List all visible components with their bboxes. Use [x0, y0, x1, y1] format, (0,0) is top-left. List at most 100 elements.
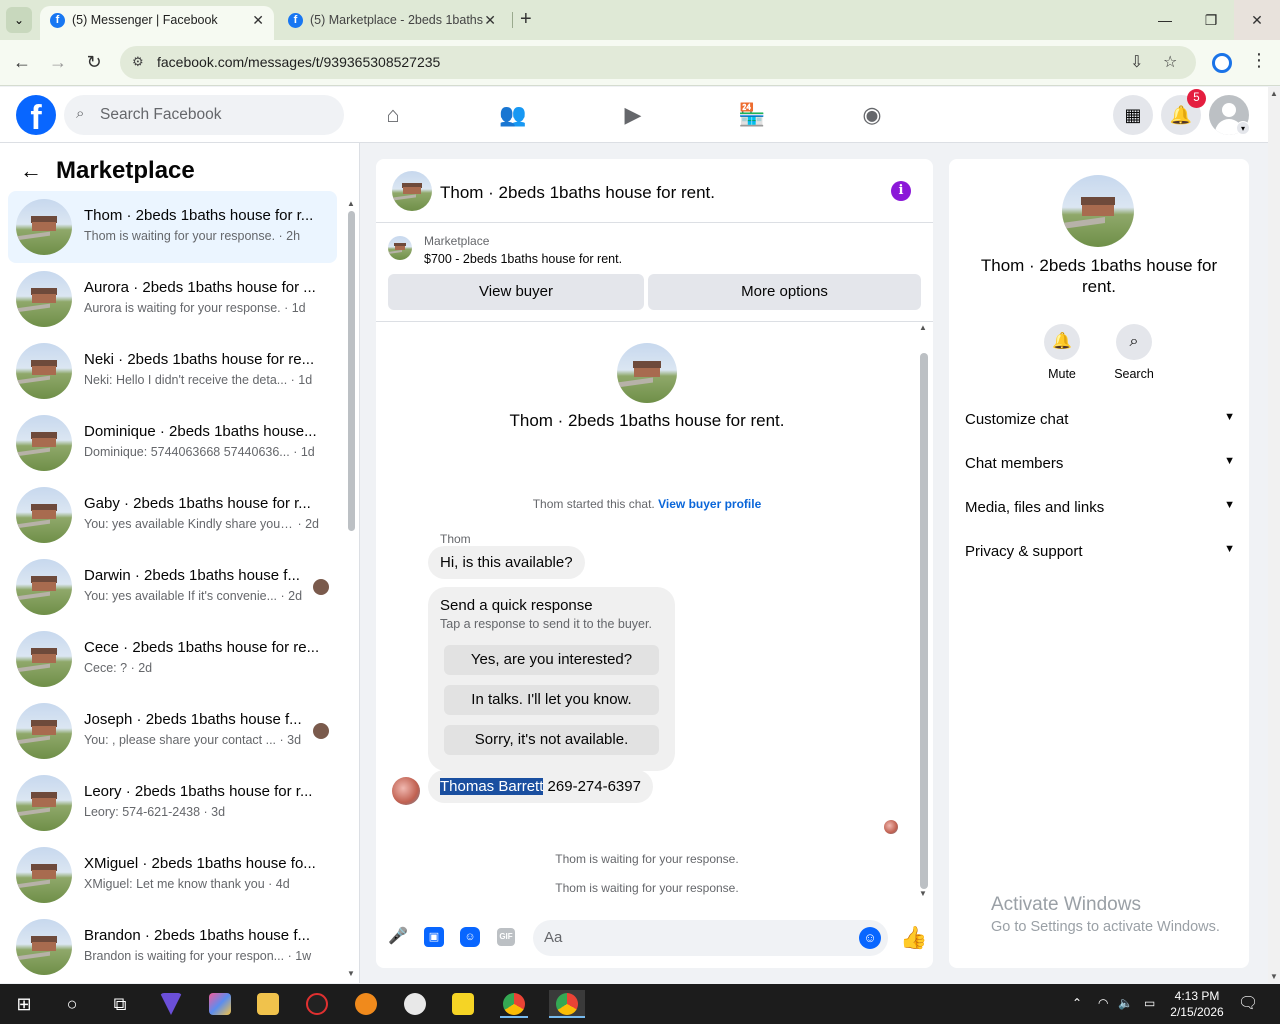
- chevron-up-icon[interactable]: ⌃: [1072, 996, 1082, 1010]
- quick-response-talks-button[interactable]: In talks. I'll let you know.: [444, 685, 659, 715]
- privacy-support-section[interactable]: Privacy & support ▼: [965, 530, 1235, 574]
- chat-members-section[interactable]: Chat members ▼: [965, 442, 1235, 486]
- chevron-down-icon[interactable]: ▾: [1236, 121, 1250, 135]
- system-clock[interactable]: 4:13 PM 2/15/2026: [1162, 988, 1232, 1020]
- sender-avatar[interactable]: [392, 777, 420, 805]
- facebook-logo-icon[interactable]: f: [16, 95, 56, 137]
- scroll-up-icon[interactable]: ▲: [919, 323, 927, 332]
- chrome-icon[interactable]: [500, 990, 528, 1018]
- tab-marketplace[interactable]: f (5) Marketplace - 2beds 1baths ✕: [278, 6, 506, 40]
- facebook-favicon-icon: f: [50, 13, 65, 28]
- listing-thumbnail: [16, 559, 72, 615]
- notification-center-icon[interactable]: 🗨: [1238, 993, 1258, 1013]
- conversation-item[interactable]: Cece · 2beds 1baths house for re... Cece:…: [8, 623, 337, 695]
- list-scrollbar[interactable]: ▲ ▼: [346, 199, 356, 979]
- minimize-button[interactable]: —: [1142, 0, 1188, 40]
- site-info-icon[interactable]: ⚙: [132, 54, 144, 70]
- thumbs-up-icon[interactable]: 👍: [900, 925, 927, 951]
- tab-search-button[interactable]: ⌄: [6, 7, 32, 33]
- media-files-links-section[interactable]: Media, files and links ▼: [965, 486, 1235, 530]
- app-icon[interactable]: [404, 993, 426, 1015]
- conversation-item[interactable]: Neki · 2beds 1baths house for re... Neki:…: [8, 335, 337, 407]
- wifi-icon[interactable]: ◠: [1098, 996, 1108, 1010]
- info-icon[interactable]: i: [891, 181, 911, 201]
- listing-avatar[interactable]: [1062, 175, 1134, 247]
- microphone-icon[interactable]: 🎤: [388, 927, 408, 947]
- listing-thumbnail[interactable]: [392, 171, 432, 211]
- emoji-icon[interactable]: ☺: [859, 927, 881, 949]
- quick-response-unavailable-button[interactable]: Sorry, it's not available.: [444, 725, 659, 755]
- conversation-item[interactable]: Thom · 2beds 1baths house for r... Thom i…: [8, 191, 337, 263]
- quick-response-yes-button[interactable]: Yes, are you interested?: [444, 645, 659, 675]
- marketplace-icon[interactable]: 🏪: [738, 101, 766, 129]
- battery-icon[interactable]: ▭: [1144, 996, 1155, 1010]
- reload-button[interactable]: ↻: [83, 52, 105, 73]
- scrollbar-thumb[interactable]: [348, 211, 355, 531]
- install-app-icon[interactable]: ⇩: [1130, 52, 1143, 72]
- bookmark-star-icon[interactable]: ☆: [1163, 52, 1177, 72]
- scroll-down-icon[interactable]: ▼: [919, 889, 927, 898]
- scroll-up-icon[interactable]: ▲: [347, 199, 355, 208]
- search-circle-icon[interactable]: ○: [58, 990, 86, 1018]
- close-window-button[interactable]: ✕: [1234, 0, 1280, 40]
- back-arrow-icon[interactable]: ←: [20, 158, 48, 184]
- sticky-notes-icon[interactable]: [452, 993, 474, 1015]
- message-bubble[interactable]: Hi, is this available?: [428, 546, 585, 579]
- app-icon[interactable]: [306, 993, 328, 1015]
- home-icon[interactable]: ⌂: [379, 101, 407, 129]
- scroll-down-icon[interactable]: ▼: [347, 969, 355, 978]
- tab-messenger[interactable]: f (5) Messenger | Facebook ✕: [40, 6, 274, 40]
- sticker-icon[interactable]: ☺: [460, 927, 480, 947]
- browser-menu-icon[interactable]: ⋮: [1250, 50, 1268, 71]
- extension-icon[interactable]: [1212, 53, 1232, 73]
- conversation-item[interactable]: XMiguel · 2beds 1baths house fo... XMigue…: [8, 839, 337, 911]
- photo-icon[interactable]: ▣: [424, 927, 444, 947]
- menu-grid-icon[interactable]: ▦: [1113, 95, 1153, 135]
- restore-button[interactable]: ❐: [1188, 0, 1234, 40]
- scroll-down-icon[interactable]: ▼: [1270, 972, 1278, 981]
- omnibox[interactable]: ⚙ facebook.com/messages/t/93936530852723…: [120, 46, 1196, 79]
- conversation-item[interactable]: Leory · 2beds 1baths house for r... Leory…: [8, 767, 337, 839]
- scroll-up-icon[interactable]: ▲: [1270, 89, 1278, 98]
- vpn-app-icon[interactable]: [160, 993, 182, 1015]
- search-chat-button[interactable]: ⌕ Search: [1104, 324, 1164, 381]
- volume-icon[interactable]: 🔈: [1118, 996, 1133, 1010]
- gif-icon[interactable]: GIF: [497, 928, 515, 946]
- chat-scrollbar[interactable]: ▲ ▼: [919, 323, 929, 903]
- task-view-icon[interactable]: ⧉: [106, 990, 134, 1018]
- details-title: Thom · 2beds 1baths house for rent.: [980, 256, 1218, 296]
- message-bubble[interactable]: Thomas Barrett 269-274-6397: [428, 770, 653, 803]
- more-options-button[interactable]: More options: [648, 274, 921, 310]
- conversation-item[interactable]: Aurora · 2beds 1baths house for ... Auror…: [8, 263, 337, 335]
- file-explorer-icon[interactable]: [257, 993, 279, 1015]
- conversation-item[interactable]: Brandon · 2beds 1baths house f... Brandon…: [8, 911, 337, 983]
- customize-chat-section[interactable]: Customize chat ▼: [965, 398, 1235, 442]
- url-text[interactable]: facebook.com/messages/t/939365308527235: [157, 54, 440, 70]
- message-input[interactable]: Aa ☺: [533, 920, 888, 956]
- close-tab-icon[interactable]: ✕: [484, 6, 496, 34]
- view-buyer-button[interactable]: View buyer: [388, 274, 644, 310]
- conversation-item[interactable]: Darwin · 2beds 1baths house f... You: yes…: [8, 551, 337, 623]
- groups-icon[interactable]: ◉: [858, 101, 886, 129]
- view-buyer-profile-link[interactable]: View buyer profile: [658, 497, 761, 511]
- browser-app-icon[interactable]: [355, 993, 377, 1015]
- chrome-active-icon[interactable]: [549, 990, 585, 1018]
- search-input[interactable]: ⌕ Search Facebook: [64, 95, 344, 135]
- chat-title[interactable]: Thom · 2beds 1baths house for rent.: [440, 183, 715, 203]
- windows-start-icon[interactable]: ⊞: [10, 990, 38, 1018]
- forward-button[interactable]: →: [47, 52, 69, 73]
- video-icon[interactable]: ▶: [619, 101, 647, 129]
- chat-details-pane: Thom · 2beds 1baths house for rent. 🔔 Mu…: [949, 159, 1249, 968]
- friends-icon[interactable]: 👥: [499, 101, 527, 129]
- copilot-icon[interactable]: [209, 993, 231, 1015]
- conversation-item[interactable]: Dominique · 2beds 1baths house... Dominiq…: [8, 407, 337, 479]
- page-scrollbar[interactable]: ▲ ▼: [1268, 87, 1280, 983]
- new-tab-button[interactable]: +: [520, 8, 532, 30]
- back-button[interactable]: ←: [11, 52, 33, 73]
- scrollbar-thumb[interactable]: [920, 353, 928, 889]
- mute-button[interactable]: 🔔 Mute: [1032, 324, 1092, 381]
- listing-title[interactable]: $700 - 2beds 1baths house for rent.: [424, 252, 622, 266]
- conversation-item[interactable]: Gaby · 2beds 1baths house for r... You: y…: [8, 479, 337, 551]
- conversation-item[interactable]: Joseph · 2beds 1baths house f... You: , p…: [8, 695, 337, 767]
- close-tab-icon[interactable]: ✕: [252, 6, 264, 34]
